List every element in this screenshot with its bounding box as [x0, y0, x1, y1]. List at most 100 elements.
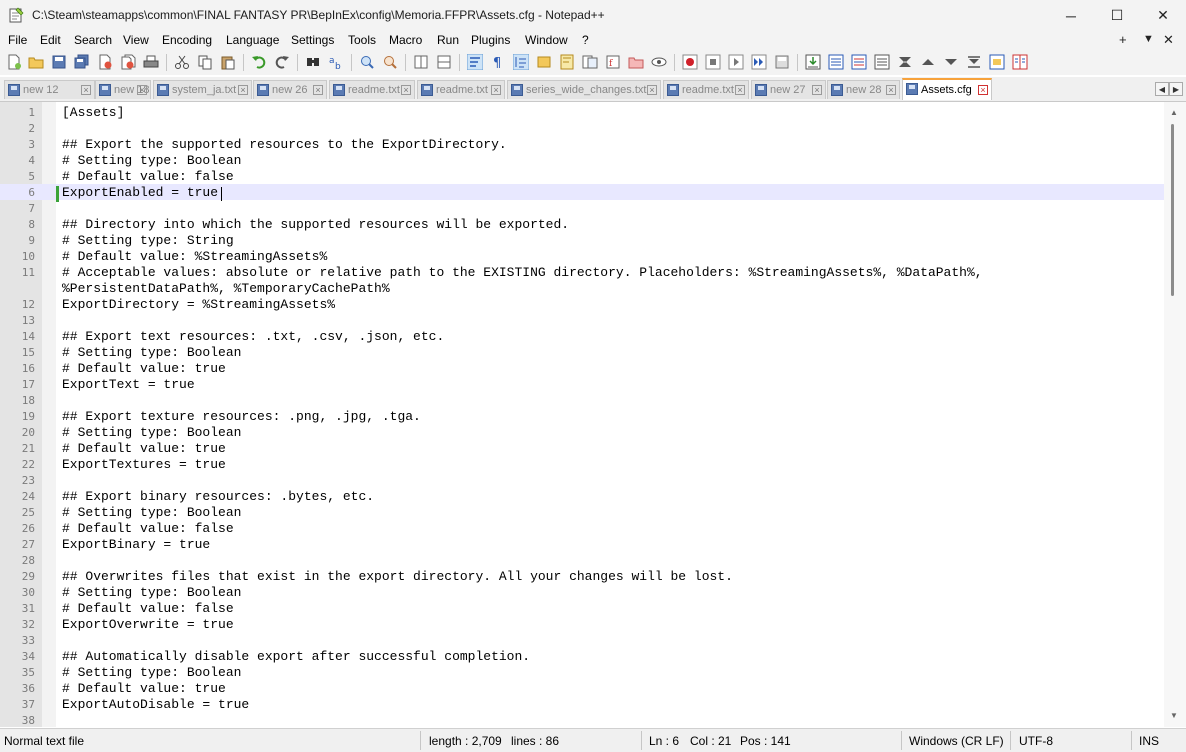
code-line[interactable]: 36 # Default value: true [0, 680, 1164, 696]
play-macro-icon[interactable] [728, 54, 744, 70]
status-insert-mode[interactable]: INS [1139, 734, 1159, 748]
minimize-button[interactable]: ─ [1048, 0, 1094, 31]
code-line[interactable]: 20 # Setting type: Boolean [0, 424, 1164, 440]
tab-new-12[interactable]: new 12 × [4, 80, 95, 99]
tab-new-27[interactable]: new 27 × [751, 80, 826, 99]
menu-search[interactable]: Search [74, 33, 112, 47]
plugin-8-icon[interactable] [966, 54, 982, 70]
sync-vertical-icon[interactable] [413, 54, 429, 70]
code-line[interactable]: 37 ExportAutoDisable = true [0, 696, 1164, 712]
plugin-2-icon[interactable] [828, 54, 844, 70]
new-tab-plus-icon[interactable]: + [1119, 32, 1127, 47]
menu-settings[interactable]: Settings [291, 33, 334, 47]
code-line[interactable]: 28 [0, 552, 1164, 568]
menu-tools[interactable]: Tools [348, 33, 376, 47]
code-line[interactable]: 9 # Setting type: String [0, 232, 1164, 248]
close-doc-icon[interactable]: ✕ [1163, 32, 1174, 48]
paste-icon[interactable] [220, 54, 236, 70]
monitor-icon[interactable] [651, 54, 667, 70]
menu-window[interactable]: Window [525, 33, 568, 47]
code-line[interactable]: 38 [0, 712, 1164, 727]
plugin-4-icon[interactable] [874, 54, 890, 70]
scroll-down-icon[interactable]: ▼ [1170, 711, 1178, 720]
plugin-3-icon[interactable] [851, 54, 867, 70]
editor-area[interactable]: 1 [Assets] 2 3 ## Export the supported resou… [0, 102, 1186, 727]
code-line[interactable]: 1 [Assets] [0, 104, 1164, 120]
close-window-button[interactable]: ✕ [1140, 0, 1186, 31]
tab-scroll-left-icon[interactable]: ◀ [1155, 82, 1169, 96]
code-line[interactable]: 16 # Default value: true [0, 360, 1164, 376]
tab-close-icon[interactable]: × [978, 85, 988, 95]
word-wrap-icon[interactable] [467, 54, 483, 70]
tab-close-icon[interactable]: × [491, 85, 501, 95]
scrollbar-thumb[interactable] [1171, 124, 1174, 296]
zoom-out-icon[interactable] [382, 54, 398, 70]
tab-close-icon[interactable]: × [812, 85, 822, 95]
tab-close-icon[interactable]: × [735, 85, 745, 95]
stop-record-icon[interactable] [705, 54, 721, 70]
code-line[interactable]: 34 ## Automatically disable export after … [0, 648, 1164, 664]
folder-workspace-icon[interactable] [628, 54, 644, 70]
open-file-icon[interactable] [28, 54, 44, 70]
plugin-5-icon[interactable] [897, 54, 913, 70]
cut-icon[interactable] [174, 54, 190, 70]
tab-close-icon[interactable]: × [313, 85, 323, 95]
code-line[interactable]: 33 [0, 632, 1164, 648]
record-macro-icon[interactable] [682, 54, 698, 70]
code-line[interactable]: 10 # Default value: %StreamingAssets% [0, 248, 1164, 264]
menu-language[interactable]: Language [226, 33, 279, 47]
code-line[interactable]: 13 [0, 312, 1164, 328]
code-line[interactable]: 21 # Default value: true [0, 440, 1164, 456]
print-icon[interactable] [143, 54, 159, 70]
vertical-scrollbar[interactable] [1164, 102, 1186, 727]
menu-view[interactable]: View [123, 33, 149, 47]
menu-edit[interactable]: Edit [40, 33, 61, 47]
tab-close-icon[interactable]: × [238, 85, 248, 95]
save-icon[interactable] [51, 54, 67, 70]
tab-close-icon[interactable]: × [401, 85, 411, 95]
tab-list-down-icon[interactable]: ▼ [1143, 33, 1154, 45]
tab-close-icon[interactable]: × [137, 85, 147, 95]
maximize-button[interactable]: ☐ [1094, 0, 1140, 31]
code-line[interactable]: 29 ## Overwrites files that exist in the … [0, 568, 1164, 584]
tab-scroll-right-icon[interactable]: ▶ [1169, 82, 1183, 96]
indent-guide-icon[interactable] [513, 54, 529, 70]
code-line[interactable]: 26 # Default value: false [0, 520, 1164, 536]
scroll-up-icon[interactable]: ▲ [1170, 108, 1178, 117]
tab-close-icon[interactable]: × [886, 85, 896, 95]
code-line[interactable]: 18 [0, 392, 1164, 408]
status-encoding[interactable]: UTF-8 [1019, 734, 1053, 748]
code-line[interactable]: 11 # Acceptable values: absolute or relat… [0, 264, 1164, 280]
code-line[interactable]: 6 ExportEnabled = true [0, 184, 1164, 200]
save-all-icon[interactable] [74, 54, 90, 70]
code-line[interactable]: 7 [0, 200, 1164, 216]
tab-close-icon[interactable]: × [81, 85, 91, 95]
code-line[interactable]: 4 # Setting type: Boolean [0, 152, 1164, 168]
plugin-10-icon[interactable] [1012, 54, 1028, 70]
show-all-chars-icon[interactable]: ¶ [490, 54, 506, 70]
tab-readme-1[interactable]: readme.txt × [329, 80, 415, 99]
code-line[interactable]: 30 # Setting type: Boolean [0, 584, 1164, 600]
status-eol[interactable]: Windows (CR LF) [909, 734, 1004, 748]
menu-file[interactable]: File [8, 33, 27, 47]
menu-plugins[interactable]: Plugins [471, 33, 510, 47]
close-file-icon[interactable] [97, 54, 113, 70]
code-line[interactable]: %PersistentDataPath%, %TemporaryCachePat… [0, 280, 1164, 296]
code-line[interactable]: 14 ## Export text resources: .txt, .csv, … [0, 328, 1164, 344]
user-defined-language-icon[interactable] [536, 54, 552, 70]
tab-new-18[interactable]: new 18 × [95, 80, 151, 99]
code-line[interactable]: 31 # Default value: false [0, 600, 1164, 616]
code-line[interactable]: 19 ## Export texture resources: .png, .jp… [0, 408, 1164, 424]
code-line[interactable]: 23 [0, 472, 1164, 488]
tab-new-28[interactable]: new 28 × [827, 80, 900, 99]
menu-encoding[interactable]: Encoding [162, 33, 212, 47]
zoom-in-icon[interactable] [359, 54, 375, 70]
code-line[interactable]: 15 # Setting type: Boolean [0, 344, 1164, 360]
code-line[interactable]: 17 ExportText = true [0, 376, 1164, 392]
plugin-1-icon[interactable] [805, 54, 821, 70]
function-list-icon[interactable]: f [605, 54, 621, 70]
code-line[interactable]: 35 # Setting type: Boolean [0, 664, 1164, 680]
save-macro-icon[interactable] [774, 54, 790, 70]
code-line[interactable]: 25 # Setting type: Boolean [0, 504, 1164, 520]
code-line[interactable]: 32 ExportOverwrite = true [0, 616, 1164, 632]
